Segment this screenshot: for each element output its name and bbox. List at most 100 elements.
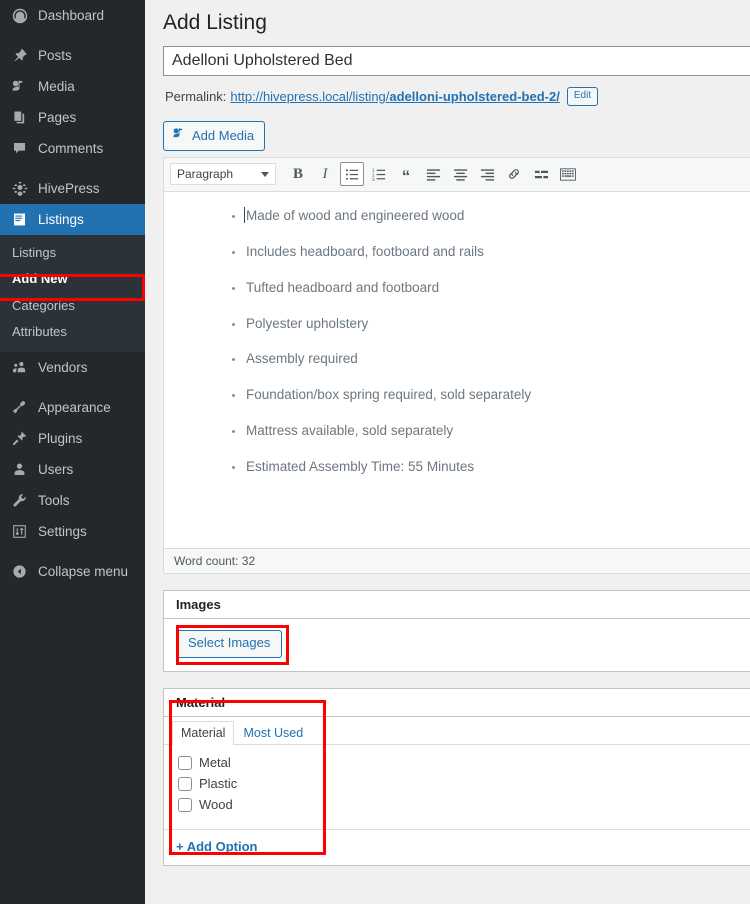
align-left-icon[interactable] [421, 162, 445, 186]
sidebar-item-label: Appearance [38, 401, 111, 415]
list-item: Estimated Assembly Time: 55 Minutes [246, 459, 750, 476]
appearance-icon [9, 398, 30, 418]
checkbox-metal[interactable] [178, 756, 192, 770]
sidebar-item-comments[interactable]: Comments [0, 133, 145, 164]
dashboard-icon [9, 6, 30, 26]
sidebar-item-listings[interactable]: Listings [0, 204, 145, 235]
edit-permalink-button[interactable]: Edit [567, 87, 598, 106]
word-count: Word count: 32 [174, 554, 255, 568]
add-media-button[interactable]: Add Media [163, 121, 265, 151]
permalink-link[interactable]: http://hivepress.local/listing/adelloni-… [230, 89, 559, 104]
sidebar-item-settings[interactable]: Settings [0, 516, 145, 547]
menu-separator [0, 164, 145, 173]
images-metabox-header[interactable]: Images [164, 591, 750, 619]
sidebar-item-appearance[interactable]: Appearance [0, 392, 145, 423]
admin-sidebar: Dashboard Posts Media Pages Comments Hiv… [0, 0, 145, 904]
submenu-item-categories[interactable]: Categories [0, 293, 145, 319]
menu-separator [0, 31, 145, 40]
title-section: Permalink: http://hivepress.local/listin… [163, 46, 750, 109]
sidebar-item-label: HivePress [38, 182, 100, 196]
sidebar-item-users[interactable]: Users [0, 454, 145, 485]
material-option-metal[interactable]: Metal [178, 755, 750, 772]
material-metabox-title: Material [176, 696, 225, 709]
pin-icon [9, 46, 30, 66]
sidebar-item-dashboard[interactable]: Dashboard [0, 0, 145, 31]
media-buttons: Add Media [163, 109, 750, 157]
sidebar-item-hivepress[interactable]: HivePress [0, 173, 145, 204]
bold-icon[interactable]: B [286, 162, 310, 186]
toolbar-toggle-icon[interactable] [556, 162, 580, 186]
permalink-label: Permalink: [165, 89, 226, 104]
insert-link-icon[interactable] [502, 162, 526, 186]
sidebar-item-collapse-menu[interactable]: Collapse menu [0, 556, 145, 587]
italic-icon[interactable]: I [313, 162, 337, 186]
material-option-wood[interactable]: Wood [178, 797, 750, 814]
sidebar-item-label: Dashboard [38, 9, 104, 23]
svg-text:3: 3 [372, 177, 375, 182]
edit-post-wrap: Add Listing Permalink: http://hivepress.… [145, 0, 750, 866]
numbered-list-icon[interactable]: 123 [367, 162, 391, 186]
sidebar-item-media[interactable]: Media [0, 71, 145, 102]
paragraph-format-select[interactable]: Paragraph [170, 163, 276, 185]
sidebar-item-label: Settings [38, 525, 87, 539]
option-label: Wood [199, 797, 233, 814]
sidebar-item-label: Listings [38, 213, 84, 227]
list-item: Made of wood and engineered wood [246, 208, 750, 225]
menu-separator [0, 547, 145, 556]
media-icon [172, 126, 187, 145]
sidebar-item-label: Posts [38, 49, 72, 63]
permalink-prefix: http://hivepress.local/listing/ [230, 89, 389, 104]
collapse-icon [9, 562, 30, 582]
editor-toolbar: Paragraph B I 123 “ [164, 158, 750, 192]
sidebar-item-vendors[interactable]: Vendors [0, 352, 145, 383]
list-item: Polyester upholstery [246, 316, 750, 333]
select-images-button[interactable]: Select Images [176, 630, 282, 658]
submenu-item-listings[interactable]: Listings [0, 240, 145, 266]
sidebar-item-pages[interactable]: Pages [0, 102, 145, 133]
option-label: Plastic [199, 776, 237, 793]
listing-title-input[interactable] [163, 46, 750, 76]
tab-material[interactable]: Material [172, 721, 234, 745]
submenu-item-attributes[interactable]: Attributes [0, 319, 145, 345]
checkbox-wood[interactable] [178, 798, 192, 812]
tab-most-used[interactable]: Most Used [234, 721, 312, 745]
material-options-list: Metal Plastic Wood [164, 745, 750, 830]
main-content: Add Listing Permalink: http://hivepress.… [145, 0, 750, 904]
submenu-item-add-new[interactable]: Add New [0, 266, 145, 292]
listings-icon [9, 210, 30, 230]
sidebar-item-label: Tools [38, 494, 70, 508]
material-tabs: Material Most Used [164, 717, 750, 745]
hivepress-icon [9, 179, 30, 199]
material-metabox: Material Material Most Used Metal Plasti… [163, 688, 750, 867]
list-item: Foundation/box spring required, sold sep… [246, 387, 750, 404]
material-metabox-header[interactable]: Material [164, 689, 750, 717]
plugins-icon [9, 429, 30, 449]
menu-separator [0, 383, 145, 392]
add-media-label: Add Media [192, 128, 254, 144]
permalink-slug: adelloni-upholstered-bed-2/ [389, 89, 559, 104]
listings-submenu: Listings Add New Categories Attributes [0, 235, 145, 352]
align-right-icon[interactable] [475, 162, 499, 186]
images-metabox-title: Images [176, 598, 221, 611]
vendors-icon [9, 358, 30, 378]
add-option-link[interactable]: + Add Option [176, 839, 257, 854]
bulleted-list-icon[interactable] [340, 162, 364, 186]
sidebar-item-label: Vendors [38, 361, 88, 375]
sidebar-item-label: Comments [38, 142, 103, 156]
content-editor: Paragraph B I 123 “ [163, 157, 750, 574]
sidebar-item-posts[interactable]: Posts [0, 40, 145, 71]
checkbox-plastic[interactable] [178, 777, 192, 791]
sidebar-item-label: Users [38, 463, 73, 477]
blockquote-icon[interactable]: “ [394, 162, 418, 186]
editor-content-area[interactable]: Made of wood and engineered wood Include… [164, 192, 750, 548]
list-item: Assembly required [246, 351, 750, 368]
users-icon [9, 460, 30, 480]
read-more-icon[interactable] [529, 162, 553, 186]
align-center-icon[interactable] [448, 162, 472, 186]
editor-status-bar: Word count: 32 [164, 548, 750, 573]
material-metabox-footer: + Add Option [164, 829, 750, 865]
sidebar-item-tools[interactable]: Tools [0, 485, 145, 516]
sidebar-item-plugins[interactable]: Plugins [0, 423, 145, 454]
comments-icon [9, 139, 30, 159]
material-option-plastic[interactable]: Plastic [178, 776, 750, 793]
